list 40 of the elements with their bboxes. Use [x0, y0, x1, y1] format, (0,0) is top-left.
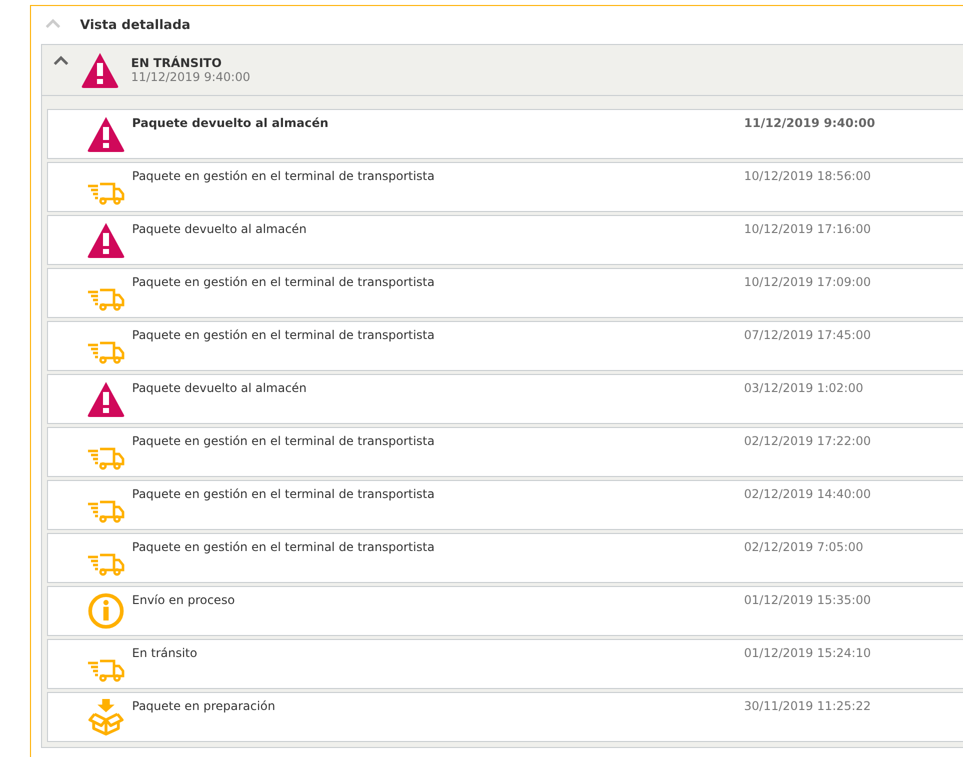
warning-icon [80, 51, 120, 89]
event-text: Paquete en gestión en el terminal de transportista [132, 486, 436, 501]
truck-icon [86, 446, 126, 470]
event-text: Envío en proceso [132, 592, 236, 607]
warning-icon [86, 115, 126, 153]
status-title: EN TRÁNSITO [131, 56, 223, 70]
event-date: 30/11/2019 11:25:22 [744, 698, 871, 713]
status-date: 11/12/2019 9:40:00 [131, 70, 250, 84]
truck-icon [86, 499, 126, 523]
event-date: 01/12/2019 15:24:10 [744, 645, 871, 660]
info-icon [86, 592, 126, 630]
event-date: 03/12/2019 1:02:00 [744, 380, 864, 395]
event-date: 11/12/2019 9:40:00 [744, 115, 876, 130]
event-text: Paquete en gestión en el terminal de transportista [132, 168, 436, 183]
truck-icon [86, 181, 126, 205]
event-date: 02/12/2019 17:22:00 [744, 433, 871, 448]
event-text: Paquete en gestión en el terminal de transportista [132, 433, 436, 448]
event-date: 01/12/2019 15:35:00 [744, 592, 871, 607]
truck-icon [86, 552, 126, 576]
event-date: 02/12/2019 7:05:00 [744, 539, 864, 554]
event-text: Paquete en preparación [132, 698, 276, 713]
box-icon [86, 698, 126, 736]
event-date: 02/12/2019 14:40:00 [744, 486, 871, 501]
truck-icon [86, 340, 126, 364]
warning-icon [86, 221, 126, 259]
truck-icon [86, 658, 126, 682]
event-text: Paquete devuelto al almacén [132, 380, 308, 395]
warning-icon [86, 380, 126, 418]
event-date: 10/12/2019 17:09:00 [744, 274, 871, 289]
event-text: Paquete devuelto al almacén [132, 221, 308, 236]
event-date: 07/12/2019 17:45:00 [744, 327, 871, 342]
event-text: Paquete en gestión en el terminal de transportista [132, 274, 436, 289]
truck-icon [86, 287, 126, 311]
event-date: 10/12/2019 18:56:00 [744, 168, 871, 183]
event-text: En tránsito [132, 645, 198, 660]
event-text: Paquete en gestión en el terminal de transportista [132, 539, 436, 554]
event-text: Paquete devuelto al almacén [132, 115, 330, 130]
event-date: 10/12/2019 17:16:00 [744, 221, 871, 236]
event-text: Paquete en gestión en el terminal de transportista [132, 327, 436, 342]
panel-title: Vista detallada [80, 18, 190, 32]
